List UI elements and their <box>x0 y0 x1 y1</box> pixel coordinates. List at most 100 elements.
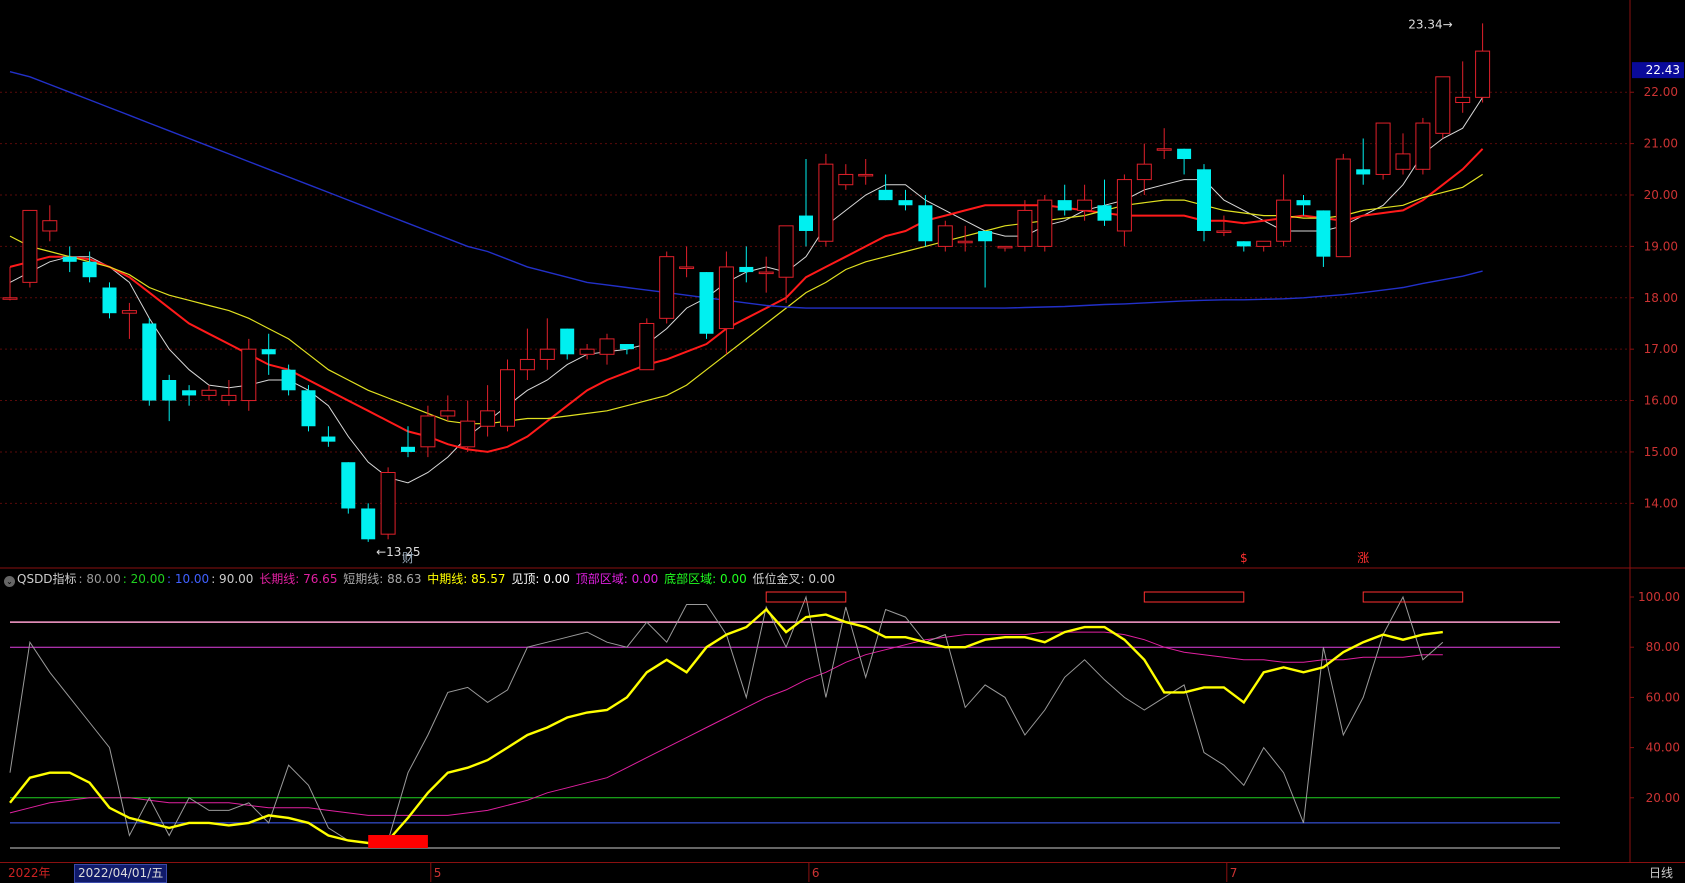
candle[interactable] <box>341 462 356 514</box>
candle[interactable] <box>241 338 257 411</box>
candle[interactable] <box>420 405 436 458</box>
candle[interactable] <box>519 328 535 380</box>
candle[interactable] <box>1296 195 1311 216</box>
candle[interactable] <box>22 209 38 288</box>
indicator-legend-item: 低位金叉: 0.00 <box>748 572 836 586</box>
indicator-lines <box>9 591 1464 848</box>
candle[interactable] <box>321 426 336 447</box>
candle[interactable] <box>1136 143 1152 195</box>
event-marker: $ <box>1240 551 1248 565</box>
candle[interactable] <box>1037 195 1053 252</box>
candle[interactable] <box>2 266 18 301</box>
indicator-tick-label: 100.00 <box>1638 590 1680 604</box>
candle[interactable] <box>162 374 177 422</box>
candle-body-up <box>1455 96 1471 104</box>
candle[interactable] <box>659 251 675 324</box>
candle[interactable] <box>1177 148 1192 175</box>
candle[interactable] <box>401 426 415 458</box>
candle[interactable] <box>539 318 555 370</box>
candle[interactable] <box>361 503 376 542</box>
stock-chart[interactable]: ←13.2523.34→财 $ 涨 14.0015.0016.0017.0018.0… <box>0 0 1685 882</box>
candle-body-up <box>1216 230 1232 233</box>
candle-body-down <box>739 266 754 273</box>
candle[interactable] <box>758 256 774 293</box>
candle[interactable] <box>1276 174 1292 247</box>
candle-body-up <box>1077 199 1093 211</box>
candle[interactable] <box>102 282 117 319</box>
candle[interactable] <box>42 205 58 242</box>
candle-body-down <box>341 462 356 509</box>
price-annotations: ←13.2523.34→财 $ 涨 <box>376 17 1453 565</box>
candle[interactable] <box>1116 174 1132 247</box>
candle[interactable] <box>121 302 137 339</box>
month-label: 7 <box>1229 866 1238 880</box>
candle-body-down <box>281 369 296 391</box>
candle[interactable] <box>1356 138 1371 185</box>
candle[interactable] <box>82 251 97 283</box>
candle-body-down <box>142 323 157 401</box>
candle[interactable] <box>1395 133 1411 175</box>
price-tick-label: 17.00 <box>1644 342 1678 356</box>
candle[interactable] <box>718 251 734 355</box>
candle-body-up <box>997 245 1013 249</box>
candle-body-up <box>121 310 137 314</box>
candle[interactable] <box>1455 61 1471 113</box>
indicator-legend-item: 中期线: 85.57 <box>423 572 506 586</box>
candle[interactable] <box>1256 240 1272 252</box>
candle-body-down <box>1236 241 1251 247</box>
candle[interactable] <box>1156 128 1172 160</box>
candle[interactable] <box>1375 122 1391 180</box>
candle[interactable] <box>1316 210 1331 267</box>
candle[interactable] <box>799 159 813 247</box>
candle[interactable] <box>201 385 217 401</box>
top-signal-box <box>1143 591 1245 603</box>
candle-body-up <box>241 348 257 402</box>
candle[interactable] <box>301 385 316 432</box>
candle[interactable] <box>739 246 754 283</box>
candle[interactable] <box>1475 23 1491 103</box>
candle[interactable] <box>1057 184 1072 216</box>
candle[interactable] <box>1197 164 1211 242</box>
candle[interactable] <box>937 220 953 252</box>
candle[interactable] <box>1435 76 1451 139</box>
candle-body-up <box>201 389 217 396</box>
period-selector[interactable]: 日线 <box>1649 863 1673 883</box>
candle[interactable] <box>679 246 695 278</box>
candle[interactable] <box>182 385 197 406</box>
candle[interactable] <box>997 245 1013 252</box>
candle[interactable] <box>221 380 237 406</box>
candle-body-up <box>838 173 854 186</box>
candle[interactable] <box>1077 184 1093 221</box>
candle[interactable] <box>699 272 714 339</box>
high-price-label: 23.34→ <box>1408 17 1452 31</box>
candle[interactable] <box>599 333 615 365</box>
candle[interactable] <box>957 225 973 252</box>
candle[interactable] <box>500 359 515 432</box>
candle-body-down <box>1177 148 1192 160</box>
candle[interactable] <box>1415 117 1431 175</box>
candle[interactable] <box>818 153 834 247</box>
candle[interactable] <box>619 344 634 355</box>
candle[interactable] <box>1216 215 1232 237</box>
indicator-toggle-icon[interactable]: ⌄ <box>4 576 15 587</box>
candle[interactable] <box>1017 200 1033 252</box>
candlesticks[interactable] <box>2 23 1491 542</box>
candle[interactable] <box>142 318 157 406</box>
candle[interactable] <box>460 400 476 452</box>
candle[interactable] <box>380 467 396 540</box>
candle[interactable] <box>639 318 655 371</box>
candle-body-up <box>1116 179 1132 232</box>
candle[interactable] <box>1097 179 1112 226</box>
candle[interactable] <box>858 159 874 185</box>
candle[interactable] <box>1236 241 1251 252</box>
candle[interactable] <box>440 395 456 422</box>
candle[interactable] <box>62 246 77 273</box>
candle[interactable] <box>838 164 854 190</box>
candle[interactable] <box>560 328 575 360</box>
candle[interactable] <box>480 385 496 437</box>
candle[interactable] <box>261 333 276 375</box>
candle[interactable] <box>1335 153 1351 258</box>
candle-body-up <box>718 266 734 330</box>
candle[interactable] <box>978 230 993 288</box>
candle[interactable] <box>898 189 913 211</box>
